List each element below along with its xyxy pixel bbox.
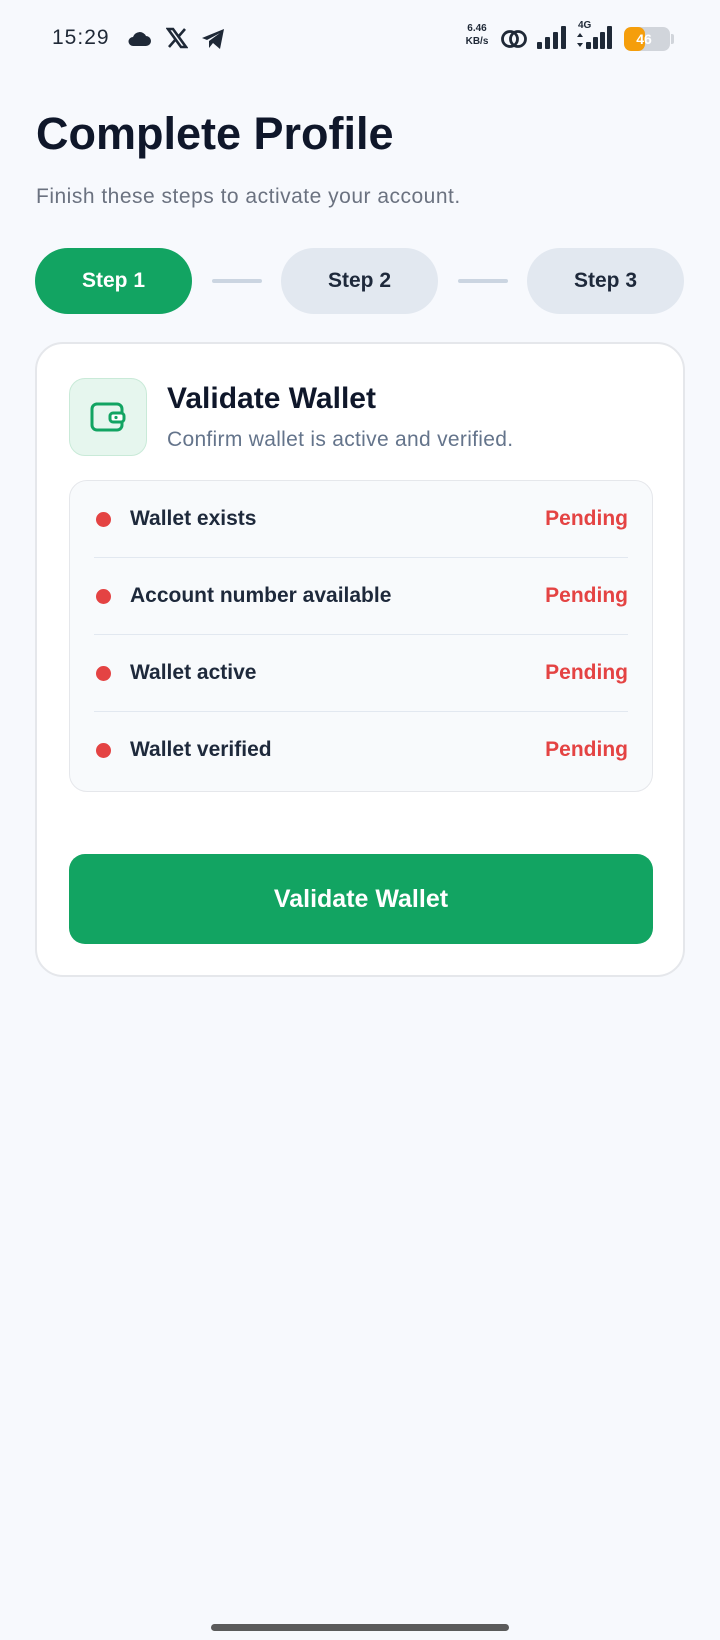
battery-level: 46	[636, 31, 652, 47]
validation-checklist: Wallet exists Pending Account number ava…	[69, 480, 653, 792]
telegram-icon	[201, 28, 225, 55]
check-row-wallet-active: Wallet active Pending	[94, 635, 628, 712]
network-type-label: 4G	[578, 20, 592, 31]
check-label: Wallet verified	[130, 738, 272, 761]
check-label: Account number available	[130, 584, 392, 607]
status-dot-icon	[96, 743, 111, 758]
status-bar: 15:29 6.46 KB/s 4G 46	[0, 0, 720, 78]
check-row-account-number: Account number available Pending	[94, 558, 628, 635]
check-label: Wallet active	[130, 661, 257, 684]
check-row-wallet-exists: Wallet exists Pending	[94, 481, 628, 558]
card-subtitle: Confirm wallet is active and verified.	[167, 428, 514, 451]
step-3-pill[interactable]: Step 3	[527, 248, 684, 314]
step-1-pill[interactable]: Step 1	[35, 248, 192, 314]
home-indicator[interactable]	[211, 1624, 509, 1631]
step-connector	[458, 279, 508, 283]
status-dot-icon	[96, 589, 111, 604]
network-speed-unit: KB/s	[465, 36, 489, 47]
step-connector	[212, 279, 262, 283]
check-status: Pending	[545, 661, 628, 684]
status-dot-icon	[96, 666, 111, 681]
check-status: Pending	[545, 507, 628, 530]
check-label: Wallet exists	[130, 507, 257, 530]
signal-4g-icon: 4G	[574, 20, 616, 55]
validate-wallet-button[interactable]: Validate Wallet	[69, 854, 653, 944]
stepper: Step 1 Step 2 Step 3	[35, 248, 685, 314]
status-dot-icon	[96, 512, 111, 527]
page-subtitle: Finish these steps to activate your acco…	[36, 185, 461, 208]
check-status: Pending	[545, 584, 628, 607]
check-status: Pending	[545, 738, 628, 761]
x-logo-icon	[165, 27, 189, 54]
status-time: 15:29	[52, 26, 110, 49]
cloud-icon	[126, 29, 152, 52]
validate-wallet-card: Validate Wallet Confirm wallet is active…	[35, 342, 685, 977]
card-title: Validate Wallet	[167, 382, 376, 415]
battery-cap	[671, 34, 674, 44]
signal-icon	[536, 26, 568, 55]
network-speed: 6.46 KB/s	[462, 22, 492, 48]
page-title: Complete Profile	[36, 108, 394, 159]
check-row-wallet-verified: Wallet verified Pending	[94, 712, 628, 789]
hotspot-link-icon	[500, 28, 528, 55]
battery-icon: 46	[624, 27, 670, 51]
wallet-icon	[69, 378, 147, 456]
step-2-pill[interactable]: Step 2	[281, 248, 438, 314]
network-speed-value: 6.46	[467, 23, 487, 34]
